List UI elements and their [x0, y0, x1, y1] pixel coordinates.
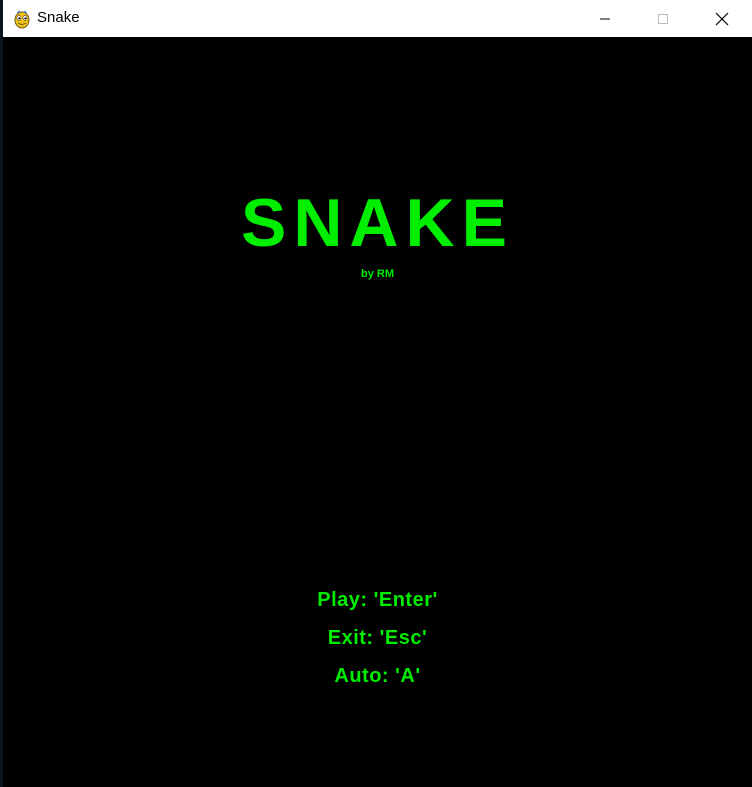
title-bar[interactable]: Snake — [3, 0, 752, 37]
maximize-button[interactable] — [640, 0, 686, 37]
minimize-icon — [600, 18, 610, 19]
maximize-icon — [658, 13, 668, 24]
game-canvas[interactable]: SNAKE by RM Play: 'Enter' Exit: 'Esc' Au… — [3, 37, 752, 787]
app-window: Snake SNAKE by RM Play: 'Enter' Exit: 'E… — [3, 0, 752, 787]
window-title: Snake — [37, 9, 80, 26]
menu-auto-option: Auto: 'A' — [334, 665, 421, 687]
close-button[interactable] — [699, 0, 745, 37]
game-subtitle: by RM — [361, 268, 394, 280]
pygame-snake-icon — [13, 9, 31, 29]
minimize-button[interactable] — [582, 0, 628, 37]
menu-play-option: Play: 'Enter' — [317, 589, 438, 611]
game-title: SNAKE — [240, 185, 515, 261]
close-icon — [715, 12, 729, 25]
menu-exit-option: Exit: 'Esc' — [327, 627, 428, 649]
